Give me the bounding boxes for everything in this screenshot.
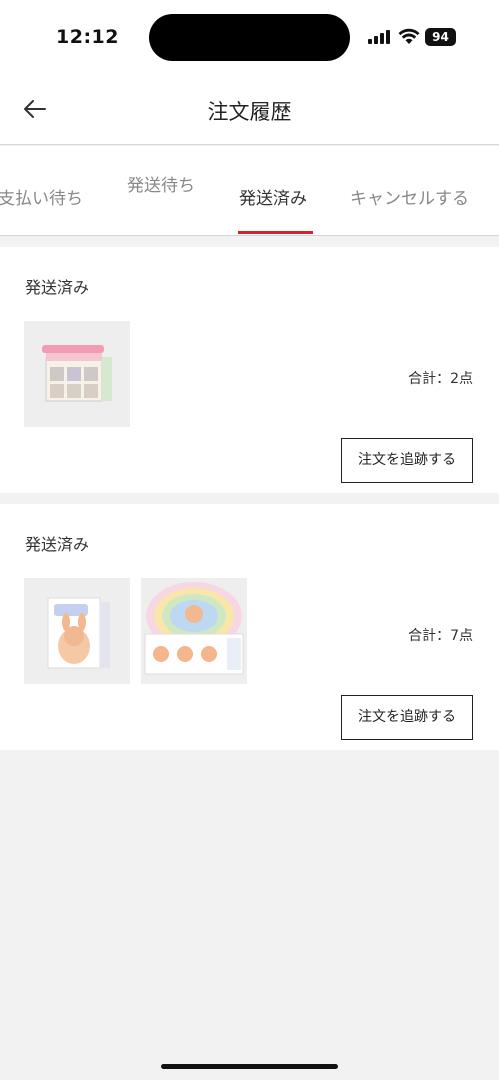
status-time: 12:12 <box>56 26 119 48</box>
tab-awaiting-shipment[interactable]: 発送待ち <box>127 171 195 196</box>
tab-shipped[interactable]: 発送済み <box>239 184 307 209</box>
order-card: 発送済み 合計：7点 注文を追跡する <box>0 504 499 750</box>
nav-header: 注文履歴 <box>0 72 499 145</box>
dynamic-island <box>149 14 350 61</box>
product-thumbnail[interactable] <box>141 578 247 684</box>
order-status-label: 発送済み <box>25 278 90 297</box>
wifi-icon <box>398 28 420 44</box>
product-thumbnail[interactable] <box>24 321 130 427</box>
page-title: 注文履歴 <box>207 100 292 124</box>
order-history-screen: 12:12 94 注文履歴 支払い待ち 発送待ち 発送済み キャンセルする 発送… <box>0 0 499 1080</box>
tab-cancel[interactable]: キャンセルする <box>350 184 469 209</box>
order-total: 合計：7点 <box>408 628 473 644</box>
track-order-button[interactable]: 注文を追跡する <box>341 695 473 740</box>
cellular-signal-icon <box>368 30 392 44</box>
active-tab-indicator <box>238 231 313 234</box>
tab-awaiting-payment[interactable]: 支払い待ち <box>0 184 83 209</box>
track-order-button[interactable]: 注文を追跡する <box>341 438 473 483</box>
product-thumbnail[interactable] <box>24 578 130 684</box>
order-status-tabs: 支払い待ち 発送待ち 発送済み キャンセルする <box>0 146 499 236</box>
order-status-label: 発送済み <box>25 535 90 554</box>
battery-indicator: 94 <box>425 28 456 46</box>
order-card: 発送済み 合計：2点 注文を追跡する <box>0 247 499 493</box>
order-total: 合計：2点 <box>408 371 473 387</box>
status-bar: 12:12 94 <box>0 0 499 72</box>
home-indicator[interactable] <box>161 1064 338 1069</box>
